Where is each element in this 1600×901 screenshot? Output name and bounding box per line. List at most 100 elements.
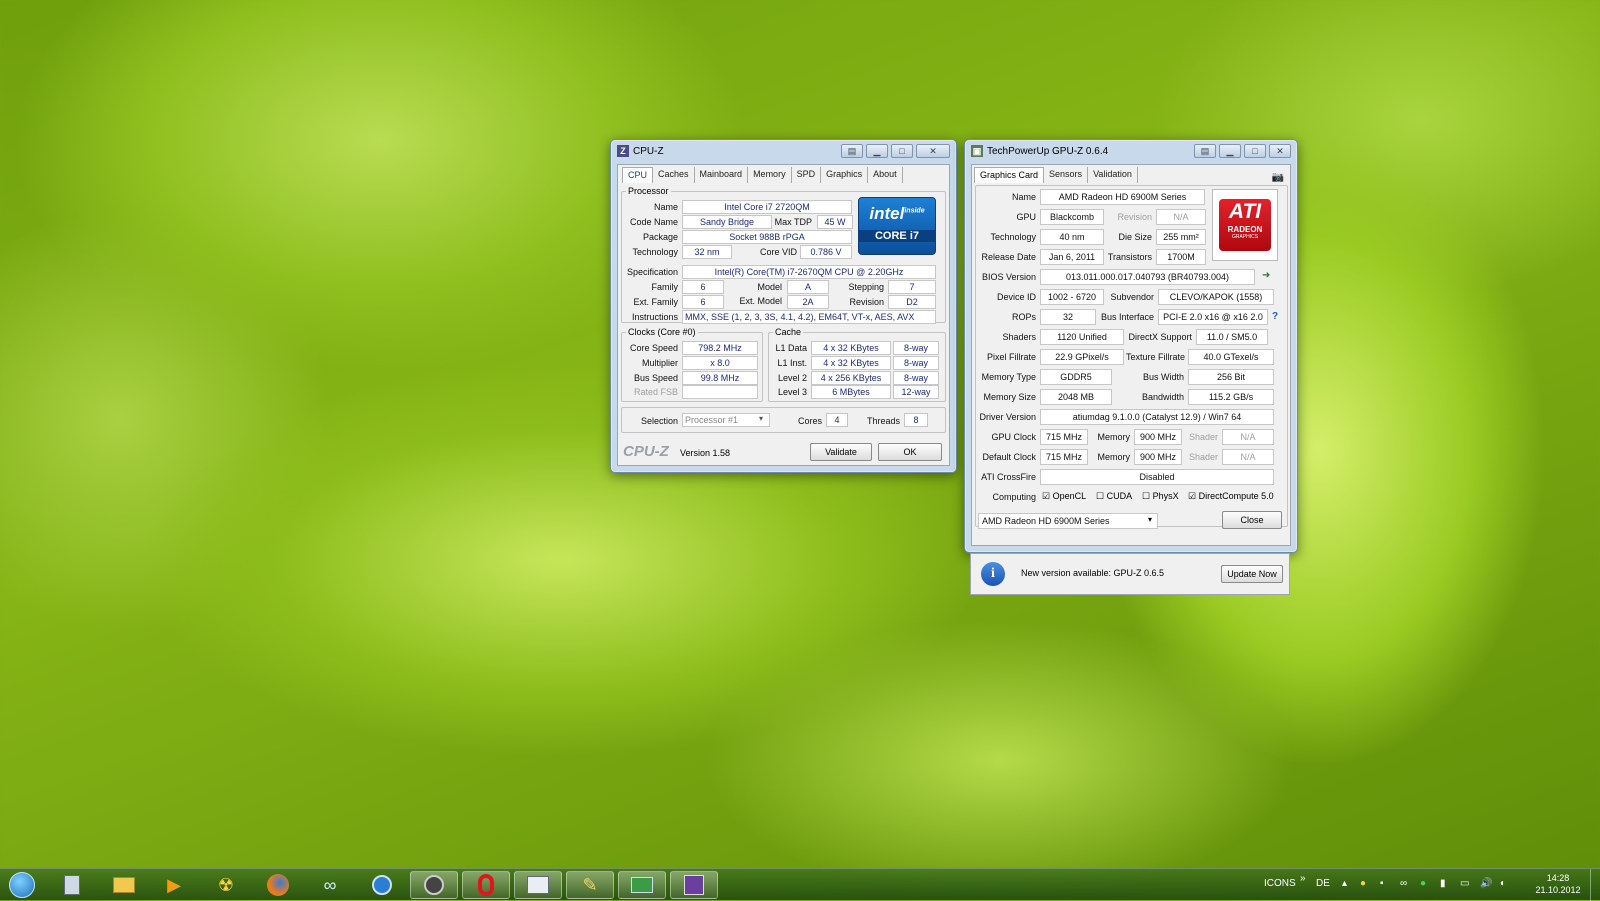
tab-cpu[interactable]: CPU bbox=[622, 167, 654, 183]
bandwidth-value: 115.2 GB/s bbox=[1188, 389, 1274, 405]
tray-volume-icon[interactable]: 🔊 bbox=[1480, 878, 1492, 889]
gpuz-titlebar[interactable]: ▣ TechPowerUp GPU-Z 0.6.4 ▤ ▁ □ ✕ bbox=[965, 140, 1297, 162]
tray-network-icon[interactable]: ▭ bbox=[1460, 878, 1469, 889]
subvendor-label: Subvendor bbox=[1110, 292, 1154, 302]
tray-app-icon-5[interactable]: ▮ bbox=[1440, 878, 1446, 889]
taskbar-app-8[interactable] bbox=[410, 871, 458, 899]
tab-mainboard[interactable]: Mainboard bbox=[695, 167, 749, 183]
subvendor-value: CLEVO/KAPOK (1558) bbox=[1158, 289, 1274, 305]
tray-app-icon-3[interactable]: ∞ bbox=[1400, 878, 1407, 889]
revision-value: N/A bbox=[1156, 209, 1206, 225]
gpuclock-shader-label: Shader bbox=[1188, 432, 1218, 442]
selection-select[interactable]: Processor #1 bbox=[682, 413, 770, 427]
tab-caches[interactable]: Caches bbox=[653, 167, 695, 183]
gpuz-tools-button[interactable]: ▤ bbox=[1194, 144, 1216, 158]
validate-button[interactable]: Validate bbox=[810, 443, 872, 461]
shaders-value: 1120 Unified bbox=[1040, 329, 1124, 345]
extmodel-label: Ext. Model bbox=[739, 296, 782, 306]
tools-icon: ✎ bbox=[582, 874, 598, 895]
bios-save-icon[interactable]: ➜ bbox=[1262, 270, 1270, 281]
pixelfill-label: Pixel Fillrate bbox=[986, 352, 1036, 362]
taskbar-explorer[interactable] bbox=[100, 871, 148, 899]
tab-about[interactable]: About bbox=[868, 167, 903, 183]
tab-validation[interactable]: Validation bbox=[1088, 167, 1138, 183]
gpu-label: GPU bbox=[1016, 212, 1036, 222]
tab-spd[interactable]: SPD bbox=[792, 167, 822, 183]
taskbar-app-6[interactable]: ∞ bbox=[306, 871, 354, 899]
clocks-group-label: Clocks (Core #0) bbox=[626, 327, 698, 337]
tray-app-icon-1[interactable]: ● bbox=[1360, 878, 1366, 889]
gpuz-maximize-button[interactable]: □ bbox=[1244, 144, 1266, 158]
directcompute-label: DirectCompute 5.0 bbox=[1198, 491, 1274, 501]
tray-date: 21.10.2012 bbox=[1535, 885, 1581, 895]
taskbar-calculator[interactable] bbox=[48, 871, 96, 899]
cache-group-label: Cache bbox=[773, 327, 804, 337]
chevron-down-icon[interactable]: ▾ bbox=[759, 414, 763, 423]
tab-graphics-card[interactable]: Graphics Card bbox=[974, 167, 1045, 183]
physx-label: PhysX bbox=[1152, 491, 1179, 501]
processor-group-label: Processor bbox=[626, 186, 671, 196]
taskbar-cpuz[interactable] bbox=[670, 871, 718, 899]
cpuz-close-button[interactable]: ✕ bbox=[916, 144, 950, 158]
radeon-logo-text: RADEON bbox=[1227, 225, 1263, 234]
taskbar-firefox[interactable] bbox=[254, 871, 302, 899]
gpuz-minimize-button[interactable]: ▁ bbox=[1219, 144, 1241, 158]
taskbar-app-4[interactable]: ☢ bbox=[202, 871, 250, 899]
cpuz-titlebar[interactable]: Z CPU-Z ▤ ▁ □ ✕ bbox=[611, 140, 956, 162]
deviceid-value: 1002 - 6720 bbox=[1040, 289, 1104, 305]
show-desktop-button[interactable] bbox=[1590, 869, 1600, 901]
gpuz-app-icon: ▣ bbox=[971, 145, 983, 157]
tray-app-icon-2[interactable]: ▪ bbox=[1380, 878, 1384, 889]
taskbar-app-12[interactable] bbox=[618, 871, 666, 899]
media-player-icon: ▶ bbox=[167, 874, 181, 895]
maxtdp-label: Max TDP bbox=[774, 217, 812, 227]
tray-expand-icon[interactable]: » bbox=[1300, 873, 1306, 884]
cpuz-maximize-button[interactable]: □ bbox=[891, 144, 913, 158]
taskbar-app-10[interactable] bbox=[514, 871, 562, 899]
taskbar-opera[interactable] bbox=[462, 871, 510, 899]
bus-help-icon[interactable]: ? bbox=[1272, 311, 1278, 322]
gpuz-close-button[interactable]: ✕ bbox=[1269, 144, 1291, 158]
ok-button[interactable]: OK bbox=[878, 443, 942, 461]
directcompute-checkbox[interactable]: ☑ DirectCompute 5.0 bbox=[1188, 491, 1274, 502]
tray-power-icon[interactable]: ◐ bbox=[1500, 878, 1506, 889]
revision-value: D2 bbox=[888, 295, 936, 309]
diesize-value: 255 mm² bbox=[1156, 229, 1206, 245]
maxtdp-value: 45 W bbox=[817, 215, 853, 229]
tray-show-hidden-icon[interactable]: ▴ bbox=[1342, 878, 1347, 889]
cuda-checkbox[interactable]: ☐ CUDA bbox=[1096, 491, 1132, 502]
camera-icon[interactable]: 📷 bbox=[1272, 172, 1284, 183]
start-button[interactable] bbox=[0, 871, 44, 899]
tray-language[interactable]: DE bbox=[1316, 878, 1330, 889]
card-select-chevron-down-icon[interactable]: ▾ bbox=[1148, 515, 1152, 524]
tab-graphics[interactable]: Graphics bbox=[821, 167, 869, 183]
shaders-label: Shaders bbox=[1002, 332, 1036, 342]
gpuz-title: TechPowerUp GPU-Z 0.6.4 bbox=[987, 145, 1109, 157]
multiplier-value: x 8.0 bbox=[682, 356, 758, 370]
physx-checkbox[interactable]: ☐ PhysX bbox=[1142, 491, 1179, 502]
taskbar-app-7[interactable] bbox=[358, 871, 406, 899]
opencl-checkbox[interactable]: ☑ OpenCL bbox=[1042, 491, 1086, 502]
update-now-button[interactable]: Update Now bbox=[1221, 565, 1283, 583]
card-select[interactable]: AMD Radeon HD 6900M Series bbox=[978, 513, 1158, 529]
intel-logo-inside: inside bbox=[904, 207, 925, 215]
taskbar-media-player[interactable]: ▶ bbox=[150, 871, 198, 899]
businterface-value: PCI-E 2.0 x16 @ x16 2.0 bbox=[1158, 309, 1268, 325]
tray-app-icon-4[interactable]: ● bbox=[1420, 878, 1426, 889]
spec-value: Intel(R) Core(TM) i7-2670QM CPU @ 2.20GH… bbox=[682, 265, 936, 279]
l2-value: 4 x 256 KBytes bbox=[811, 371, 891, 385]
transistors-value: 1700M bbox=[1156, 249, 1206, 265]
cpuz-minimize-button[interactable]: ▁ bbox=[866, 144, 888, 158]
cuda-label: CUDA bbox=[1106, 491, 1133, 501]
tab-sensors[interactable]: Sensors bbox=[1044, 167, 1089, 183]
multiplier-label: Multiplier bbox=[641, 358, 678, 368]
tray-clock[interactable]: 14:28 21.10.2012 bbox=[1530, 872, 1586, 896]
corevid-value: 0.786 V bbox=[800, 245, 852, 259]
selection-label: Selection bbox=[640, 416, 678, 426]
taskbar-app-11[interactable]: ✎ bbox=[566, 871, 614, 899]
cpuz-tools-button[interactable]: ▤ bbox=[841, 144, 863, 158]
tab-memory[interactable]: Memory bbox=[748, 167, 792, 183]
close-button[interactable]: Close bbox=[1222, 511, 1282, 529]
tray-icons-label[interactable]: ICONS bbox=[1264, 878, 1296, 889]
busspeed-value: 99.8 MHz bbox=[682, 371, 758, 385]
